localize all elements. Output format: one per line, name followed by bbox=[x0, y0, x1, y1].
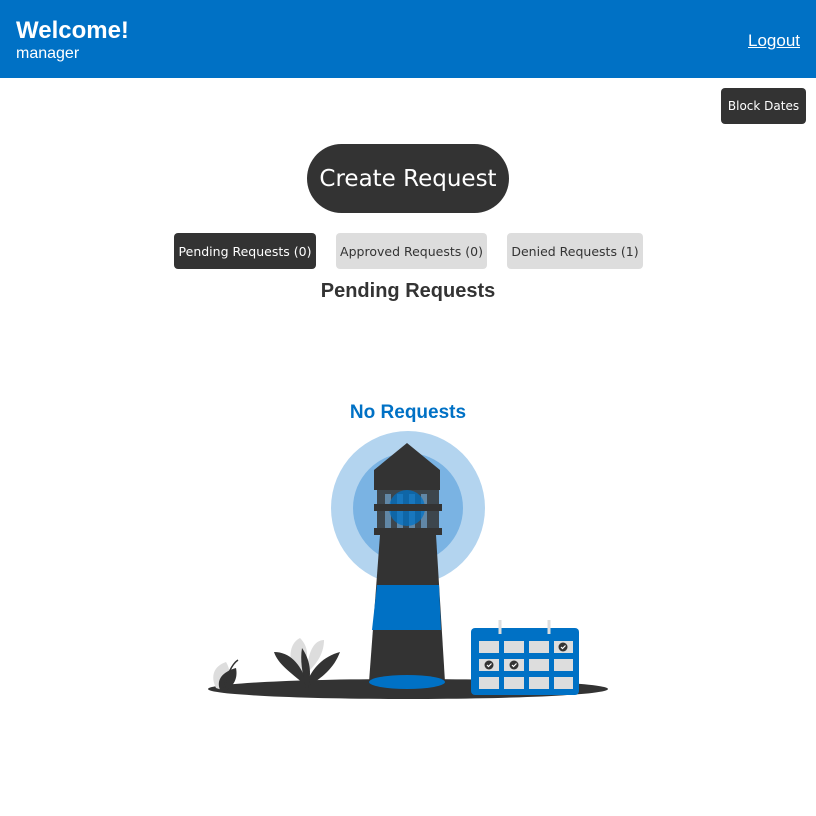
tab-approved-requests[interactable]: Approved Requests (0) bbox=[336, 233, 487, 269]
username-label: manager bbox=[16, 45, 80, 62]
empty-state-title: No Requests bbox=[349, 402, 467, 423]
top-header: Welcome! manager Logout bbox=[0, 0, 816, 78]
welcome-heading: Welcome! bbox=[16, 17, 129, 44]
calendar-icon bbox=[471, 620, 579, 695]
logout-link[interactable]: Logout bbox=[748, 31, 800, 51]
section-title: Pending Requests bbox=[320, 280, 496, 302]
block-dates-button[interactable]: Block Dates bbox=[721, 88, 806, 124]
create-request-button[interactable]: Create Request bbox=[307, 144, 509, 213]
tab-pending-requests[interactable]: Pending Requests (0) bbox=[174, 233, 316, 269]
tab-denied-requests[interactable]: Denied Requests (1) bbox=[507, 233, 643, 269]
lighthouse-icon bbox=[369, 443, 445, 689]
lighthouse-calendar-illustration bbox=[208, 431, 608, 699]
